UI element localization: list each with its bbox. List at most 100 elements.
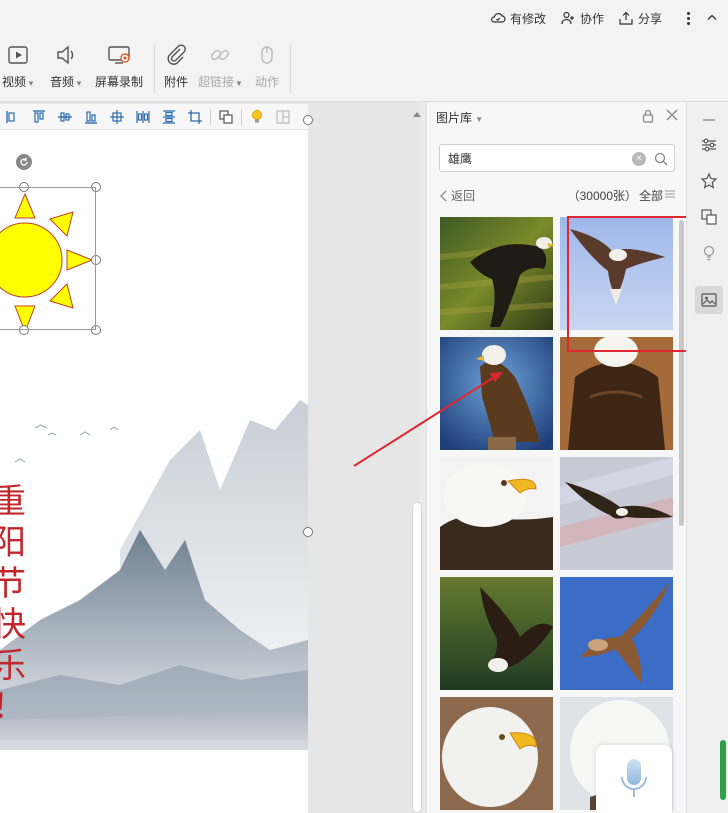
image-library-icon[interactable]	[695, 286, 723, 314]
audio-label: 音频	[50, 75, 75, 89]
search-icon[interactable]	[653, 151, 669, 167]
screen-record-button[interactable]: 屏幕录制	[95, 42, 143, 90]
eagle-perched-icon[interactable]	[440, 337, 553, 450]
more-options-button[interactable]	[680, 10, 696, 26]
share-button[interactable]: 分享	[618, 10, 662, 27]
panel-scrollbar[interactable]	[679, 220, 684, 526]
screen-record-label: 屏幕录制	[95, 75, 144, 89]
title-char: 阳	[0, 523, 26, 563]
mouse-icon	[261, 46, 273, 64]
hyperlink-dropdown-arrow-icon[interactable]: ▼	[235, 79, 243, 88]
voice-input-button[interactable]	[596, 745, 672, 813]
rotate-handle-icon[interactable]	[16, 154, 32, 170]
properties-icon[interactable]	[695, 131, 723, 159]
align-middle-icon[interactable]	[104, 105, 130, 129]
ribbon-toolbar: 视频▼ 音频▼ 屏幕录制 附件 超链接▼ 动作	[0, 36, 728, 102]
video-icon	[8, 46, 29, 64]
crop-icon[interactable]	[182, 105, 208, 129]
result-count: （30000张）	[567, 189, 637, 203]
title-bar: 有修改 协作 分享	[0, 0, 728, 36]
audio-icon	[57, 45, 74, 65]
rail-collapse-icon[interactable]	[695, 106, 723, 134]
hyperlink-button[interactable]: 超链接▼	[198, 42, 243, 90]
attachment-label: 附件	[163, 75, 188, 89]
audio-dropdown-arrow-icon[interactable]: ▼	[75, 79, 83, 88]
animation-star-icon[interactable]	[695, 167, 723, 195]
shape-floating-toolbar	[0, 104, 308, 130]
slide-resize-handle-right[interactable]	[303, 527, 313, 537]
video-dropdown-arrow-icon[interactable]: ▼	[27, 79, 35, 88]
toolbar-separator	[210, 108, 211, 125]
ribbon-separator	[290, 44, 291, 94]
search-box: ×	[439, 144, 675, 172]
modified-status-button[interactable]: 有修改	[490, 10, 546, 27]
status-indicator	[720, 740, 726, 800]
title-char: ！	[0, 687, 32, 728]
video-button[interactable]: 视频▼	[2, 42, 35, 90]
attachment-button[interactable]: 附件	[163, 42, 189, 90]
share-icon	[619, 11, 633, 25]
title-char: 重	[0, 482, 26, 522]
panel-title-dropdown[interactable]: 图片库 ▼	[436, 109, 483, 126]
slide-resize-handle-top[interactable]	[303, 115, 313, 125]
share-label: 分享	[637, 11, 662, 26]
paperclip-icon	[167, 44, 186, 65]
microphone-icon	[621, 759, 647, 797]
link-icon	[211, 49, 230, 61]
distribute-vertical-icon[interactable]	[156, 105, 182, 129]
group-icon[interactable]	[213, 105, 239, 129]
distribute-horizontal-icon[interactable]	[130, 105, 156, 129]
lock-icon[interactable]	[641, 109, 655, 123]
search-input[interactable]	[448, 149, 628, 167]
title-char: 节	[0, 564, 26, 604]
category-all-button[interactable]: 全部	[639, 187, 663, 204]
eagle-flag-icon[interactable]	[560, 457, 673, 570]
chevron-down-icon: ▼	[473, 115, 484, 124]
layout-panel-icon[interactable]	[270, 105, 296, 129]
align-center-horizontal-icon[interactable]	[52, 105, 78, 129]
action-button[interactable]: 动作	[254, 42, 280, 90]
top-actions: 有修改 协作 分享	[490, 0, 728, 36]
clear-search-icon[interactable]: ×	[632, 152, 646, 166]
video-label: 视频	[2, 75, 27, 89]
selection-frame	[0, 187, 96, 330]
add-user-icon	[561, 11, 574, 25]
audio-button[interactable]: 音频▼	[50, 42, 83, 90]
action-label: 动作	[254, 75, 279, 89]
panel-title-label: 图片库	[436, 111, 473, 125]
align-left-icon[interactable]	[0, 105, 26, 129]
eagle-flying-forest-icon[interactable]	[440, 217, 553, 330]
back-label: 返回	[451, 189, 476, 203]
collapse-ribbon-icon[interactable]	[706, 12, 718, 24]
back-button[interactable]: 返回	[439, 187, 475, 204]
chevron-left-icon	[440, 190, 447, 201]
list-view-icon[interactable]	[665, 189, 675, 199]
collaborate-label: 协作	[579, 11, 604, 26]
eagle-portrait-icon[interactable]	[440, 697, 553, 810]
ribbon-separator	[154, 44, 155, 94]
eagle-back-icon[interactable]	[560, 337, 673, 450]
title-char: 快	[0, 605, 26, 645]
title-char: 乐	[0, 646, 26, 686]
collaborate-button[interactable]: 协作	[560, 10, 604, 27]
lightbulb-icon[interactable]	[244, 105, 270, 129]
close-icon[interactable]	[665, 108, 679, 122]
hyperlink-label: 超链接	[198, 75, 235, 89]
modified-status-label: 有修改	[509, 11, 546, 26]
image-library-panel: 图片库 ▼ × 返回 （30000张） 全部	[426, 102, 686, 813]
eagle-head-icon[interactable]	[440, 457, 553, 570]
eagle-flying-sky-icon[interactable]	[560, 217, 673, 330]
align-top-icon[interactable]	[26, 105, 52, 129]
hawk-blue-sky-icon[interactable]	[560, 577, 673, 690]
vertical-title-text[interactable]: 重 阳 节 快 乐 ！	[0, 482, 32, 728]
scroll-up-arrow-icon[interactable]	[413, 112, 421, 117]
results-header: 返回 （30000张） 全部	[439, 186, 675, 204]
smart-tips-bulb-icon[interactable]	[695, 239, 723, 267]
cloud-check-icon	[491, 13, 506, 23]
slide-scrollbar[interactable]	[412, 502, 422, 813]
right-task-rail	[686, 102, 728, 813]
slide-transition-icon[interactable]	[695, 203, 723, 231]
align-bottom-icon[interactable]	[78, 105, 104, 129]
toolbar-separator	[241, 108, 242, 125]
eagle-lake-icon[interactable]	[440, 577, 553, 690]
